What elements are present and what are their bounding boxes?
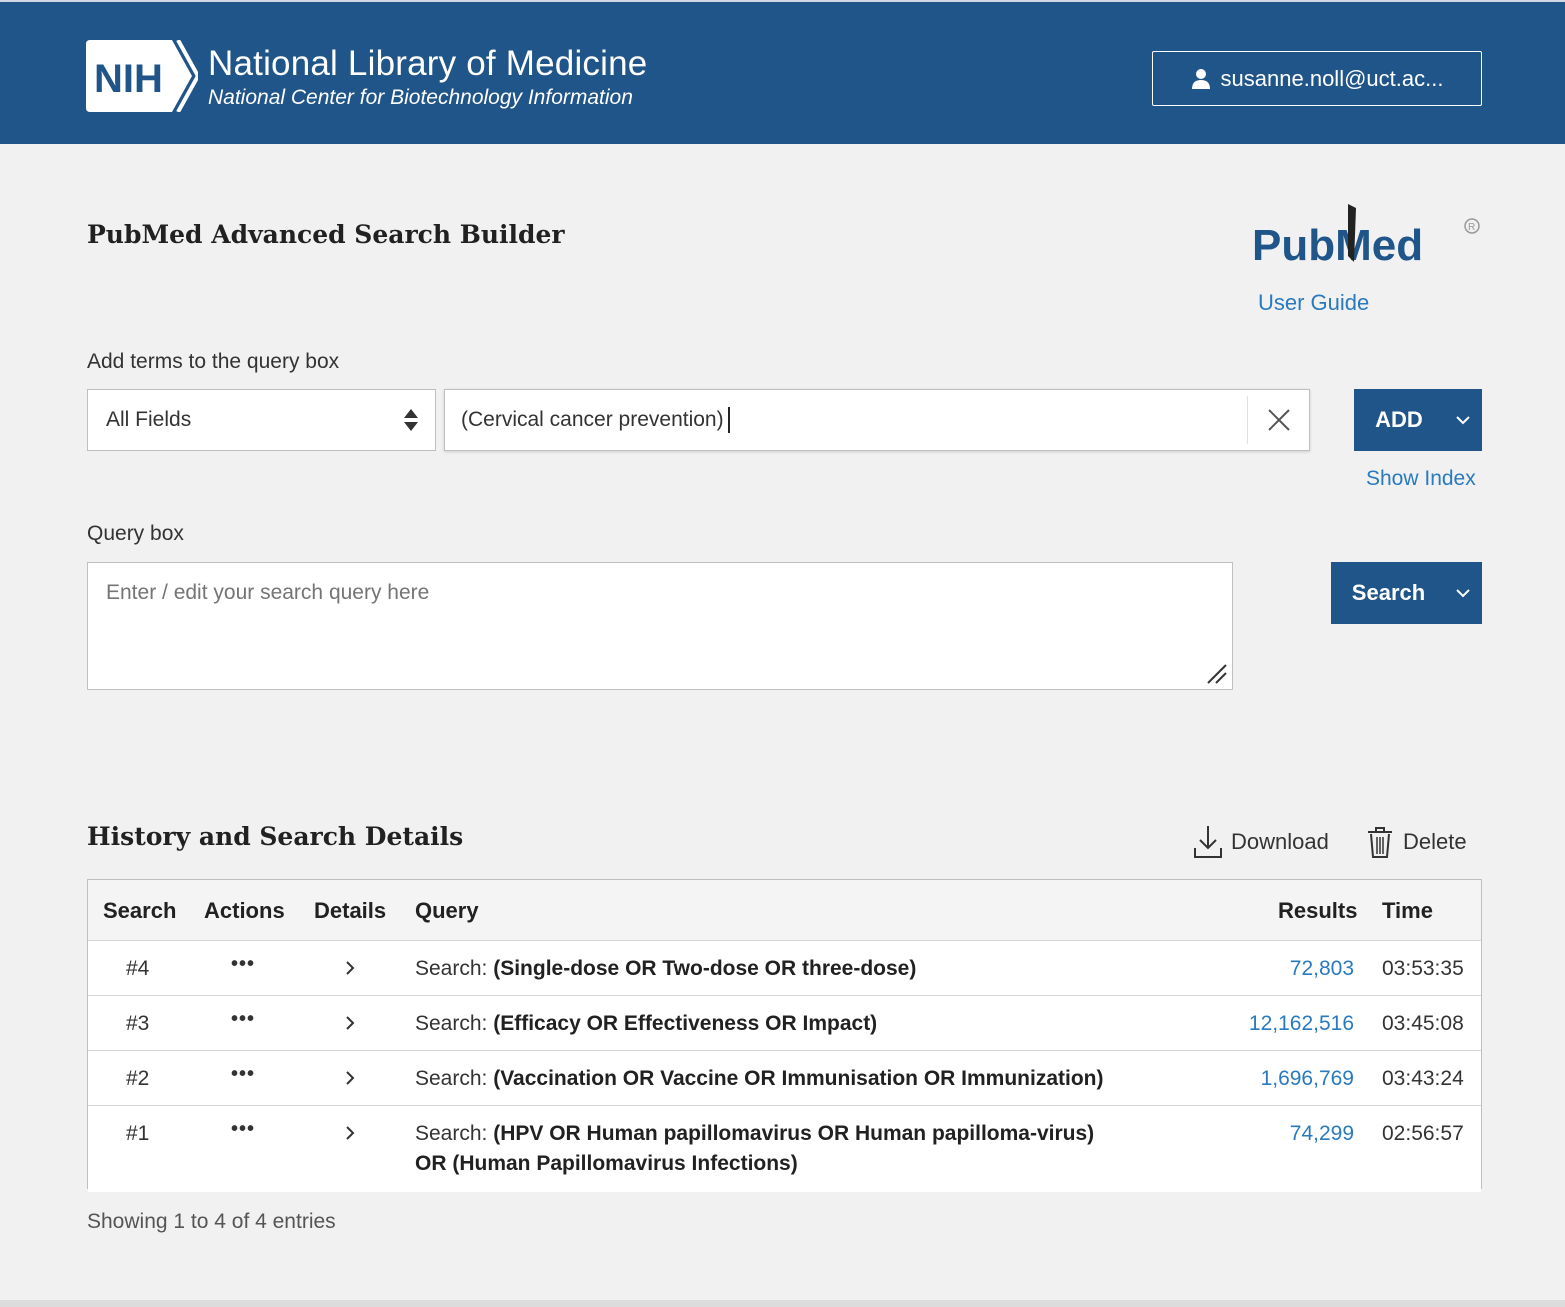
query-text: (Efficacy OR Effectiveness OR Impact) — [493, 1012, 878, 1035]
table-row: #4 ••• Search: (Single-dose OR Two-dose … — [88, 940, 1481, 995]
bottom-divider — [0, 1300, 1565, 1307]
query-box-label: Query box — [87, 522, 184, 545]
nlm-title: National Library of Medicine — [208, 44, 648, 83]
col-time[interactable]: Time — [1382, 898, 1433, 924]
search-button[interactable]: Search — [1331, 562, 1482, 624]
results-link[interactable]: 74,299 — [1290, 1122, 1354, 1146]
top-header: NIH National Library of Medicine Nationa… — [0, 0, 1565, 144]
row-details-button[interactable] — [343, 1014, 357, 1038]
show-index-link[interactable]: Show Index — [1366, 467, 1476, 491]
field-select-value: All Fields — [106, 408, 192, 431]
query-text: (Single-dose OR Two-dose OR three-dose) — [493, 957, 917, 980]
add-terms-label: Add terms to the query box — [87, 350, 340, 373]
row-details-button[interactable] — [343, 1069, 357, 1093]
row-details-button[interactable] — [343, 1124, 357, 1148]
chevron-right-icon — [346, 1126, 355, 1140]
entries-count: Showing 1 to 4 of 4 entries — [87, 1210, 336, 1233]
download-label: Download — [1231, 829, 1329, 854]
account-button[interactable]: susanne.noll@uct.ac... — [1152, 51, 1482, 106]
field-select[interactable]: All Fields — [87, 389, 436, 451]
query-text-continued: OR (Human Papillomavirus Infections) — [415, 1152, 798, 1175]
table-row: #2 ••• Search: (Vaccination OR Vaccine O… — [88, 1050, 1481, 1105]
user-icon — [1191, 68, 1210, 89]
row-actions-button[interactable]: ••• — [231, 1118, 255, 1141]
row-details-button[interactable] — [343, 959, 357, 983]
query-prefix: Search: — [415, 1012, 494, 1035]
term-input-value: (Cervical cancer prevention) — [445, 407, 730, 433]
query-cell: Search: (HPV OR Human papillomavirus OR … — [415, 1122, 1094, 1146]
resize-grip-icon[interactable] — [1204, 661, 1228, 685]
results-link[interactable]: 12,162,516 — [1249, 1012, 1354, 1036]
col-results[interactable]: Results — [1278, 898, 1357, 924]
time-cell: 02:56:57 — [1382, 1122, 1464, 1145]
col-actions: Actions — [204, 898, 285, 923]
search-number: #1 — [126, 1122, 150, 1145]
svg-text:NIH: NIH — [94, 57, 163, 101]
results-link[interactable]: 72,803 — [1290, 957, 1354, 981]
chevron-down-icon[interactable] — [1454, 411, 1472, 429]
row-actions-button[interactable]: ••• — [231, 953, 255, 976]
download-button[interactable]: Download — [1193, 824, 1329, 860]
delete-button[interactable]: Delete — [1365, 824, 1467, 860]
term-input[interactable]: (Cervical cancer prevention) — [444, 389, 1310, 451]
history-title: History and Search Details — [87, 822, 464, 851]
svg-text:R: R — [1468, 222, 1475, 233]
query-textarea[interactable]: Enter / edit your search query here — [87, 562, 1233, 690]
search-number: #2 — [126, 1067, 150, 1090]
user-guide-link[interactable]: User Guide — [1258, 290, 1369, 316]
trash-icon — [1368, 827, 1392, 858]
results-link[interactable]: 1,696,769 — [1261, 1067, 1354, 1091]
time-cell: 03:45:08 — [1382, 1012, 1464, 1035]
add-button-label: ADD — [1375, 407, 1423, 432]
clear-term-button[interactable] — [1247, 396, 1309, 444]
query-placeholder: Enter / edit your search query here — [106, 581, 430, 604]
delete-label: Delete — [1403, 829, 1467, 854]
row-actions-button[interactable]: ••• — [231, 1063, 255, 1086]
chevron-down-icon[interactable] — [1454, 584, 1472, 602]
table-row: #1 ••• Search: (HPV OR Human papillomavi… — [88, 1105, 1481, 1192]
query-cell: Search: (Vaccination OR Vaccine OR Immun… — [415, 1067, 1104, 1091]
history-table: Search Actions Details Query Results Tim… — [87, 879, 1482, 1192]
time-cell: 03:43:24 — [1382, 1067, 1464, 1090]
query-prefix: Search: — [415, 1122, 494, 1145]
page-title: PubMed Advanced Search Builder — [87, 220, 565, 249]
query-cell: Search: (Efficacy OR Effectiveness OR Im… — [415, 1012, 877, 1036]
add-button[interactable]: ADD — [1354, 389, 1482, 451]
ncbi-subtitle: National Center for Biotechnology Inform… — [208, 86, 633, 109]
row-actions-button[interactable]: ••• — [231, 1008, 255, 1031]
chevron-right-icon — [346, 1016, 355, 1030]
search-number: #4 — [126, 957, 150, 980]
col-details: Details — [314, 898, 387, 923]
table-row: #3 ••• Search: (Efficacy OR Effectivenes… — [88, 995, 1481, 1050]
search-button-label: Search — [1351, 580, 1426, 605]
col-search[interactable]: Search — [103, 898, 176, 924]
sort-icon — [404, 409, 418, 431]
query-text: (HPV OR Human papillomavirus OR Human pa… — [493, 1122, 1095, 1145]
nih-logo[interactable]: NIH — [86, 40, 198, 112]
chevron-right-icon — [346, 961, 355, 975]
query-cell: Search: (Single-dose OR Two-dose OR thre… — [415, 957, 916, 981]
query-prefix: Search: — [415, 1067, 494, 1090]
chevron-right-icon — [346, 1071, 355, 1085]
query-text: (Vaccination OR Vaccine OR Immunisation … — [493, 1067, 1104, 1090]
svg-text:PubMed: PubMed — [1252, 221, 1423, 270]
query-prefix: Search: — [415, 957, 494, 980]
search-number: #3 — [126, 1012, 150, 1035]
pubmed-logo[interactable]: PubMed R — [1250, 200, 1484, 280]
col-query: Query — [415, 898, 479, 923]
close-icon — [1267, 409, 1290, 431]
table-header: Search Actions Details Query Results Tim… — [88, 880, 1481, 940]
time-cell: 03:53:35 — [1382, 957, 1464, 980]
account-label: susanne.noll@uct.ac... — [1220, 65, 1444, 91]
download-icon — [1194, 826, 1222, 858]
